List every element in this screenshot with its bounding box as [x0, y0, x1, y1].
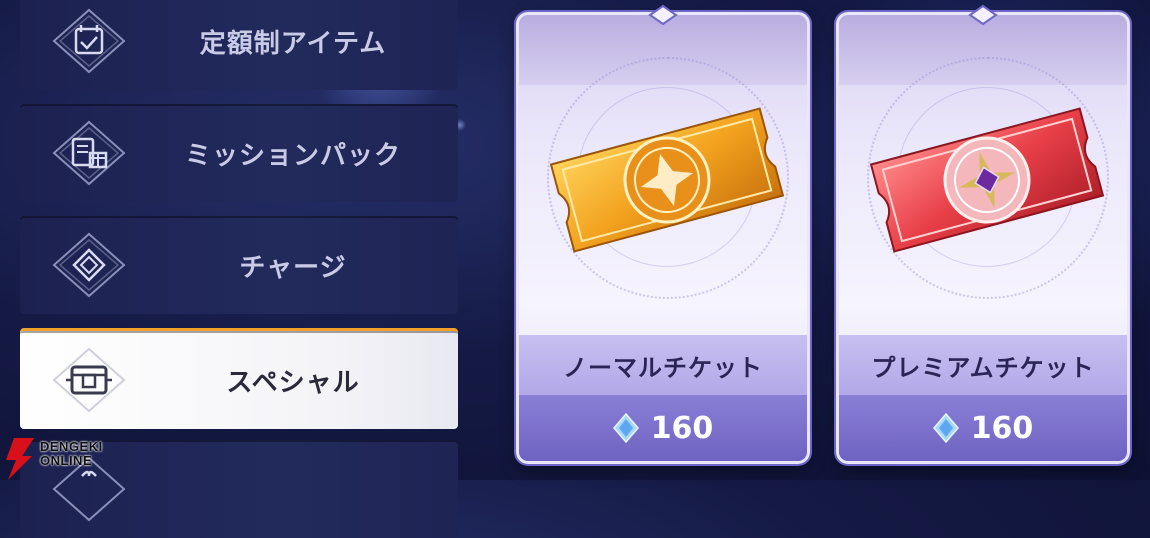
gift-list-icon [50, 118, 128, 188]
sidebar-item-subscription[interactable]: 定額制アイテム [20, 0, 458, 90]
crystal-gem-icon [932, 413, 959, 443]
lightning-logo-icon [6, 438, 34, 480]
treasure-box-icon [50, 345, 128, 415]
diamond-icon [50, 230, 128, 300]
card-name-bar: プレミアムチケット [839, 335, 1127, 395]
normal-ticket-icon [549, 107, 785, 253]
category-sidebar: 定額制アイテム ミッションパック チャージ スペシャル DENGEKI ONLI… [0, 0, 470, 538]
sidebar-item-label: チャージ [239, 252, 347, 283]
watermark-line2: ONLINE [40, 453, 93, 468]
dengeki-online-watermark: DENGEKI ONLINE [0, 436, 130, 480]
premium-ticket-icon [869, 107, 1105, 253]
sidebar-item-label: 定額制アイテム [199, 28, 387, 59]
sidebar-item-label [128, 440, 458, 538]
crystal-gem-icon [612, 413, 639, 443]
card-price: 160 [970, 410, 1034, 446]
sidebar-item-charge[interactable]: チャージ [20, 216, 458, 314]
watermark-line1: DENGEKI [40, 439, 103, 454]
card-frame: プレミアムチケット 160 [836, 12, 1130, 464]
calendar-check-icon [50, 6, 128, 76]
sidebar-item-special[interactable]: スペシャル [20, 328, 458, 429]
card-top-ornament-icon [648, 4, 678, 26]
sidebar-item-label: ミッションパック [184, 140, 401, 171]
shop-card-premium-ticket[interactable]: プレミアムチケット 160 [836, 4, 1130, 464]
card-price-bar: 160 [839, 395, 1127, 461]
card-price: 160 [650, 410, 714, 446]
card-top-ornament-icon [968, 4, 998, 26]
shop-card-normal-ticket[interactable]: ノーマルチケット 160 [516, 4, 810, 464]
card-price-bar: 160 [519, 395, 807, 461]
card-name-bar: ノーマルチケット [519, 335, 807, 395]
card-title: ノーマルチケット [563, 353, 763, 382]
sidebar-item-mission-pack[interactable]: ミッションパック [20, 104, 458, 202]
sidebar-item-label: スペシャル [226, 367, 360, 398]
card-frame: ノーマルチケット 160 [516, 12, 810, 464]
card-title: プレミアムチケット [871, 353, 1095, 382]
